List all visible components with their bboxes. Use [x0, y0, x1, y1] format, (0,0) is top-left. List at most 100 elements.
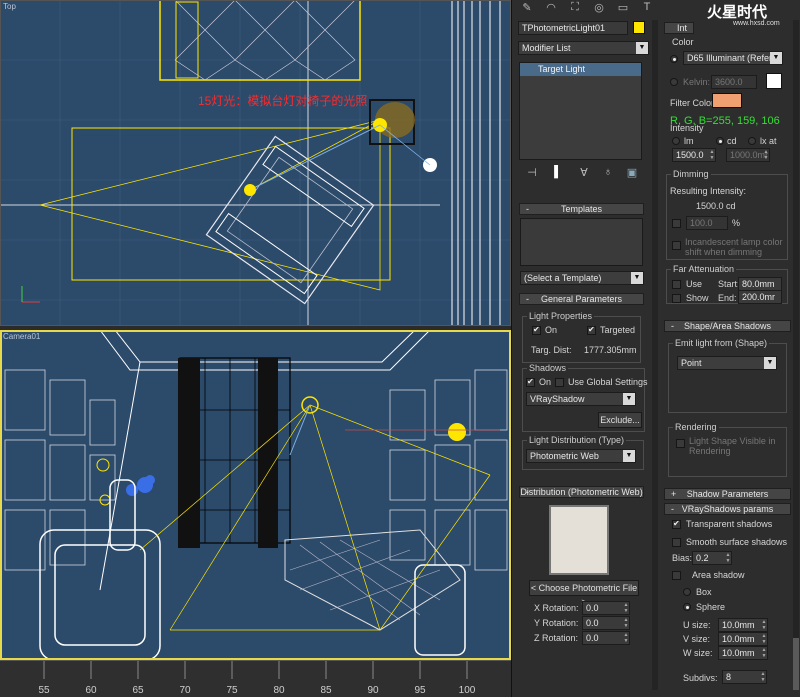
- far-use-label: Use: [686, 279, 703, 289]
- w-size-input[interactable]: 10.0mm ▲ ▼: [718, 646, 768, 660]
- incandescent-checkbox[interactable]: [672, 241, 681, 250]
- far-use-checkbox[interactable]: [672, 280, 681, 289]
- choose-photometric-file-button[interactable]: < Choose Photometric File >: [529, 580, 639, 607]
- intensity-rollout-header[interactable]: Int: [664, 22, 694, 34]
- emit-shape-dropdown[interactable]: Point ▼: [677, 356, 777, 370]
- modifier-list-dropdown[interactable]: Modifier List ▼: [518, 41, 649, 55]
- pin-stack-icon[interactable]: ⊣: [522, 166, 542, 182]
- sphere-radio[interactable]: [683, 603, 691, 611]
- hierarchy-tab-icon[interactable]: ⛶: [565, 1, 585, 17]
- illuminant-value: D65 Illuminant (Refere: [687, 53, 778, 63]
- cd-radio[interactable]: [716, 137, 724, 145]
- top-viewport[interactable]: Top 15灯光：模拟台灯对椅子的光照: [0, 0, 511, 326]
- dimming-checkbox[interactable]: [672, 219, 681, 228]
- shadow-params-rollout-header[interactable]: + Shadow Parameters: [664, 488, 791, 500]
- right-column-scrollbar[interactable]: [793, 20, 799, 690]
- illuminant-dropdown[interactable]: D65 Illuminant (Refere ▼: [683, 51, 783, 65]
- utilities-tab-icon[interactable]: T: [637, 1, 657, 17]
- camera-viewport[interactable]: Camera01: [0, 330, 511, 660]
- emit-shape-value: Point: [681, 358, 702, 368]
- targ-dist-value: 1777.305mm: [584, 345, 637, 355]
- subdivs-input[interactable]: 8 ▲ ▼: [722, 670, 767, 684]
- smooth-shadows-checkbox[interactable]: [672, 538, 681, 547]
- light-annotation: 15灯光：模拟台灯对椅子的光照: [198, 94, 368, 108]
- vray-shadows-rollout-header[interactable]: - VRayShadows params: [664, 503, 791, 515]
- kelvin-value: 3600.0: [715, 77, 743, 87]
- kelvin-radio[interactable]: [670, 78, 678, 86]
- percent-sign: %: [732, 218, 741, 228]
- filter-color-label: Filter Color:: [670, 98, 717, 108]
- shadow-type-dropdown[interactable]: VRayShadow ▼: [526, 392, 636, 406]
- emit-light-title: Emit light from (Shape): [673, 338, 770, 348]
- show-end-result-icon[interactable]: ▌: [548, 166, 568, 182]
- far-end-input[interactable]: 200.0mr: [738, 290, 782, 304]
- u-size-label: U size:: [683, 620, 711, 630]
- lx-distance-input[interactable]: 1000.0mr ▲ ▼: [726, 148, 770, 162]
- templates-rollout-header[interactable]: - Templates: [519, 203, 644, 215]
- area-shadow-checkbox[interactable]: [672, 571, 681, 580]
- v-size-label: V size:: [683, 634, 711, 644]
- modify-tab-icon[interactable]: ◠: [541, 1, 561, 17]
- templates-preview: [520, 218, 643, 266]
- kelvin-color-swatch[interactable]: [766, 73, 782, 89]
- targeted-checkbox[interactable]: [587, 325, 596, 335]
- box-radio[interactable]: [683, 588, 691, 596]
- chevron-down-icon: ▼: [770, 52, 782, 64]
- light-on-checkbox[interactable]: [532, 325, 541, 335]
- configure-sets-icon[interactable]: ▣: [622, 166, 642, 182]
- intensity-group-title: Intensity: [670, 123, 704, 133]
- remove-modifier-icon[interactable]: ♁: [598, 166, 618, 182]
- dim-percent-value: 100.0: [690, 218, 713, 228]
- intensity-header: Int: [677, 23, 688, 33]
- motion-tab-icon[interactable]: ◎: [589, 1, 609, 17]
- u-size-input[interactable]: 10.0mm ▲ ▼: [718, 618, 768, 632]
- transparent-shadows-checkbox[interactable]: [672, 519, 681, 529]
- display-tab-icon[interactable]: ▭: [613, 1, 633, 17]
- shape-rollout-header[interactable]: - Shape/Area Shadows: [664, 320, 791, 332]
- exclude-button[interactable]: Exclude...: [598, 412, 642, 428]
- intensity-input[interactable]: 1500.0 ▲ ▼: [672, 148, 716, 162]
- z-rotation-input[interactable]: 0.0 ▲ ▼: [582, 631, 630, 645]
- ruler-label: 55: [38, 685, 50, 696]
- light-properties-group: Light Properties: [522, 311, 641, 363]
- top-viewport-wireframe: [0, 0, 511, 326]
- shape-visible-checkbox[interactable]: [676, 439, 685, 448]
- photometric-web-preview: [549, 505, 609, 575]
- left-column-scrollbar[interactable]: [652, 20, 658, 690]
- shadows-on-checkbox[interactable]: [526, 377, 535, 387]
- use-global-checkbox[interactable]: [555, 378, 564, 387]
- distribution-type-dropdown[interactable]: Photometric Web ▼: [526, 449, 636, 463]
- modifier-stack[interactable]: Target Light: [519, 62, 642, 160]
- illuminant-radio[interactable]: [670, 55, 678, 63]
- filter-color-swatch[interactable]: [712, 93, 742, 108]
- make-unique-icon[interactable]: ∀: [574, 166, 594, 182]
- object-name-field[interactable]: TPhotometricLight01: [518, 21, 628, 35]
- template-dropdown-value: (Select a Template): [524, 273, 602, 283]
- template-dropdown[interactable]: (Select a Template) ▼: [520, 271, 644, 285]
- general-params-rollout-header[interactable]: - General Parameters: [519, 293, 644, 305]
- bias-input[interactable]: 0.2 ▲ ▼: [692, 551, 732, 565]
- right-scrollbar-thumb[interactable]: [793, 638, 799, 690]
- create-tab-icon[interactable]: ✎: [517, 1, 537, 17]
- w-size-label: W size:: [683, 648, 713, 658]
- ruler-label: 95: [414, 685, 426, 696]
- far-start-input[interactable]: 80.0mm: [738, 277, 782, 291]
- object-color-swatch[interactable]: [633, 21, 645, 34]
- distribution-rollout-header[interactable]: - Distribution (Photometric Web): [519, 486, 644, 498]
- lx-at-radio[interactable]: [748, 137, 756, 145]
- y-rotation-input[interactable]: 0.0 ▲ ▼: [582, 616, 630, 630]
- intensity-value: 1500.0: [676, 150, 704, 160]
- dim-percent-input[interactable]: 100.0: [686, 216, 728, 230]
- x-rotation-input[interactable]: 0.0 ▲ ▼: [582, 601, 630, 615]
- camera-viewport-label[interactable]: Camera01: [3, 332, 40, 341]
- stack-item[interactable]: Target Light: [520, 63, 641, 76]
- distribution-title: Distribution (Photometric Web): [520, 487, 643, 497]
- far-show-label: Show: [686, 293, 709, 303]
- lm-radio[interactable]: [672, 137, 680, 145]
- far-show-checkbox[interactable]: [672, 294, 681, 303]
- color-group-title: Color: [672, 37, 694, 47]
- kelvin-input[interactable]: 3600.0: [711, 75, 757, 89]
- chevron-down-icon: ▼: [631, 272, 643, 284]
- time-slider-ruler[interactable]: 55 60 65 70 75 80 85 90 95 100: [0, 660, 511, 697]
- v-size-input[interactable]: 10.0mm ▲ ▼: [718, 632, 768, 646]
